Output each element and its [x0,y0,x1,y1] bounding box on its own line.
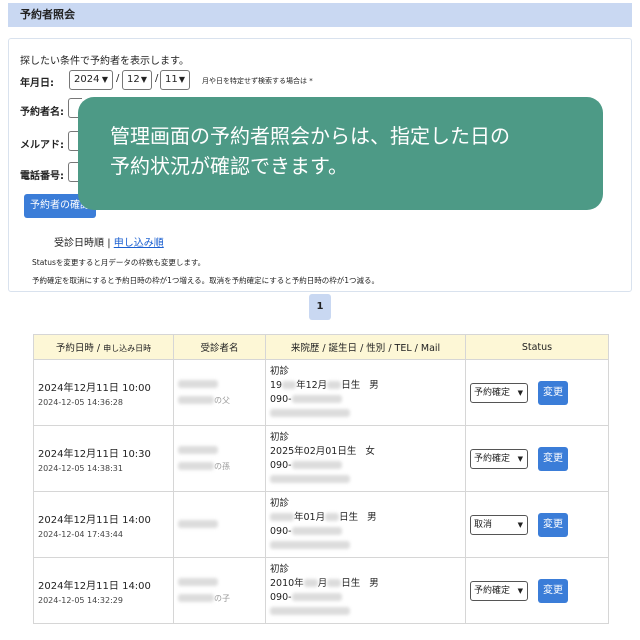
table-row: 2024年12月11日 10:30 2024-12-05 14:38:31 の孫… [33,425,609,492]
month-select[interactable]: 12 ▼ [122,70,152,90]
date-label: 年月日: [20,78,54,89]
application-datetime: 2024-12-04 17:43:44 [38,529,123,539]
visit-history: 初診 [270,497,290,509]
tel: 090- [270,393,292,405]
day-select[interactable]: 11 ▼ [160,70,190,90]
callout-line-2: 予約状況が確認できます。 [110,154,348,178]
section-title: 予約者照会 [20,8,75,21]
sort-by-application-link[interactable]: 申し込み順 [114,238,164,249]
sort-options: 受診日時順 | 申し込み順 [54,234,164,249]
explanation-callout: 管理画面の予約者照会からは、指定した日の 予約状況が確認できます。 [78,97,603,210]
status-select[interactable]: 予約確定 ▼ [470,580,528,601]
change-button[interactable]: 変更 [538,446,568,471]
application-datetime: 2024-12-05 14:36:28 [38,397,123,407]
date-note: 月や日を特定せず検索する場合は * [202,77,313,85]
page-1-button[interactable]: 1 [309,294,331,320]
gender: 男 [369,577,379,589]
visit-history: 初診 [270,563,290,575]
gender: 女 [365,445,375,457]
tel: 090- [270,525,292,537]
reservation-datetime: 2024年12月11日 14:00 [38,580,151,592]
date-separator: / [155,73,159,84]
visit-history: 初診 [270,431,290,443]
tel: 090- [270,459,292,471]
col-datetime: 予約日時 / 申し込み日時 [33,334,174,360]
gender: 男 [369,379,379,391]
sort-by-visit[interactable]: 受診日時順 [54,238,104,249]
reservation-table: 予約日時 / 申し込み日時 受診者名 来院歴 / 誕生日 / 性別 / TEL … [33,334,609,624]
relation: の子 [214,593,230,603]
chevron-down-icon: ▼ [517,388,523,397]
mail-label: メルアド: [20,140,64,151]
callout-line-1: 管理画面の予約者照会からは、指定した日の [110,124,510,148]
relation: の父 [214,395,230,405]
col-status: Status [465,334,609,360]
relation: の孫 [214,461,230,471]
table-row: 2024年12月11日 14:00 2024-12-04 17:43:44 初診… [33,491,609,558]
visit-history: 初診 [270,365,290,377]
status-select[interactable]: 取消 ▼ [470,514,528,535]
tel: 090- [270,591,292,603]
application-datetime: 2024-12-05 14:38:31 [38,463,123,473]
name-label: 予約者名: [20,107,64,118]
chevron-down-icon: ▼ [517,454,523,463]
reservation-datetime: 2024年12月11日 14:00 [38,514,151,526]
year-value: 2024 [74,74,100,85]
change-button[interactable]: 変更 [538,578,568,603]
day-value: 11 [165,74,178,85]
reservation-datetime: 2024年12月11日 10:30 [38,448,151,460]
date-separator: / [116,73,120,84]
col-profile: 来院歴 / 誕生日 / 性別 / TEL / Mail [265,334,466,360]
chevron-down-icon: ▼ [178,75,185,84]
phone-label: 電話番号: [20,171,64,182]
change-button[interactable]: 変更 [538,512,568,537]
chevron-down-icon: ▼ [101,75,108,84]
sort-separator: | [107,238,111,249]
status-select[interactable]: 予約確定 ▼ [470,448,528,469]
change-button[interactable]: 変更 [538,380,568,405]
gender: 男 [367,511,377,523]
section-header: 予約者照会 [8,3,632,27]
application-datetime: 2024-12-05 14:32:29 [38,595,123,605]
year-select[interactable]: 2024 ▼ [69,70,113,90]
status-note: Statusを変更すると月データの枠数も変更します。 [32,258,206,267]
chevron-down-icon: ▼ [517,586,523,595]
status-select[interactable]: 予約確定 ▼ [470,382,528,403]
table-header-row: 予約日時 / 申し込み日時 受診者名 来院歴 / 誕生日 / 性別 / TEL … [33,334,609,360]
col-patient: 受診者名 [173,334,266,360]
slot-note: 予約確定を取消にすると予約日時の枠が1つ増える。取消を予約確定にすると予約日時の… [32,276,379,285]
chevron-down-icon: ▼ [517,520,523,529]
table-row: 2024年12月11日 10:00 2024-12-05 14:36:28 の父… [33,359,609,426]
table-row: 2024年12月11日 14:00 2024-12-05 14:32:29 の子… [33,557,609,624]
search-intro: 探したい条件で予約者を表示します。 [20,56,189,67]
month-value: 12 [127,74,140,85]
chevron-down-icon: ▼ [140,75,147,84]
reservation-datetime: 2024年12月11日 10:00 [38,382,151,394]
